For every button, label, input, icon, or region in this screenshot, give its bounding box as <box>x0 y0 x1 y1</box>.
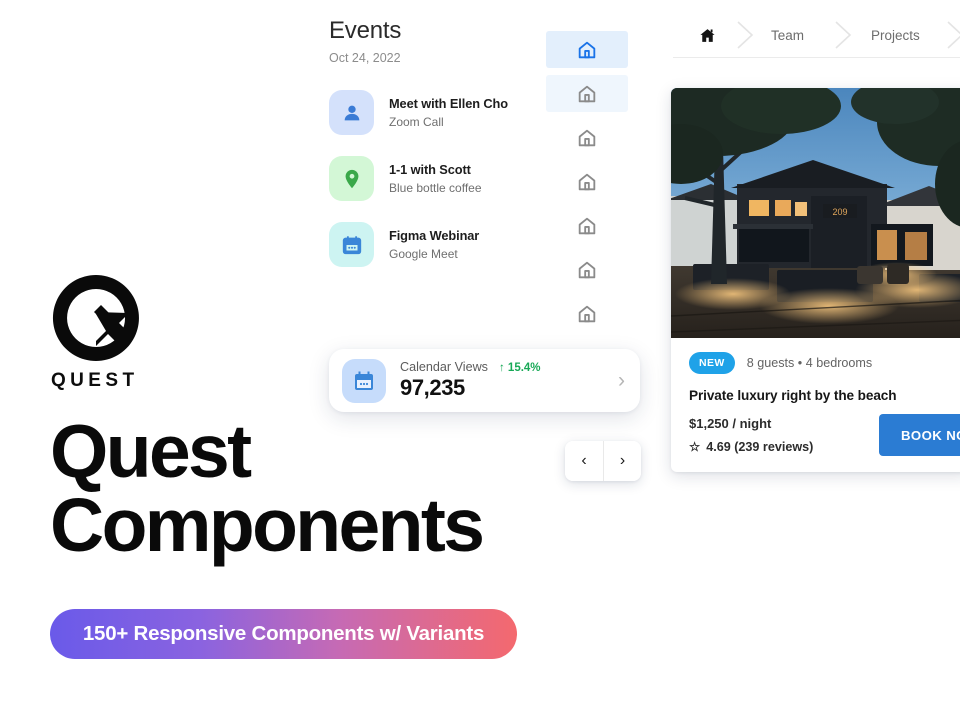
home-icon-button[interactable] <box>546 163 628 200</box>
home-icon-button[interactable] <box>546 295 628 332</box>
home-icon <box>578 173 596 190</box>
stat-label: Calendar Views <box>400 360 488 374</box>
logo-wordmark: QUEST <box>51 370 139 391</box>
property-info: NEW 8 guests • 4 bedrooms Private luxury… <box>671 338 960 472</box>
home-icon-button[interactable] <box>546 207 628 244</box>
star-outline-icon: ☆ <box>689 440 701 454</box>
home-icon <box>578 305 596 322</box>
quest-circle-arrow-logo-icon <box>52 275 139 361</box>
rating-text: 4.69 (239 reviews) <box>706 439 814 454</box>
headline-line-2: Components <box>50 483 485 568</box>
svg-text:209: 209 <box>832 207 847 217</box>
home-icon <box>578 129 596 146</box>
list-item[interactable]: Meet with Ellen Cho Zoom Call <box>329 90 544 136</box>
events-title: Events <box>329 17 402 44</box>
property-price: $1,250 / night <box>689 416 772 431</box>
list-item[interactable]: 1-1 with Scott Blue bottle coffee <box>329 156 544 202</box>
list-item-subtitle: Google Meet <box>389 247 458 262</box>
home-icon-button[interactable] <box>546 251 628 288</box>
list-item[interactable]: Figma Webinar Google Meet <box>329 222 544 268</box>
home-icon-rail <box>546 31 628 339</box>
modern-house-at-dusk-photo: 209 <box>671 88 960 338</box>
list-item-subtitle: Zoom Call <box>389 115 444 130</box>
list-item-text: Figma Webinar Google Meet <box>389 228 479 261</box>
list-item-text: 1-1 with Scott Blue bottle coffee <box>389 162 482 195</box>
breadcrumb-item-projects[interactable]: Projects <box>871 13 920 57</box>
home-icon-button-selected[interactable] <box>546 31 628 68</box>
breadcrumb-separator-icon <box>835 21 852 49</box>
property-rating: ☆ 4.69 (239 reviews) <box>689 439 814 455</box>
home-icon <box>700 28 715 42</box>
list-item-title: Meet with Ellen Cho <box>389 96 508 112</box>
property-meta-row: NEW 8 guests • 4 bedrooms <box>689 352 953 374</box>
stat-value: 97,235 <box>400 375 465 400</box>
stat-body: Calendar Views ↑ 15.4% 97,235 <box>400 360 618 401</box>
home-icon <box>578 85 596 102</box>
breadcrumb-separator-icon <box>947 21 960 49</box>
calendar-icon <box>342 358 386 403</box>
home-icon <box>578 261 596 278</box>
status-badge: NEW <box>689 352 735 374</box>
list-item-text: Meet with Ellen Cho Zoom Call <box>389 96 508 129</box>
book-now-button[interactable]: BOOK NOW <box>879 414 960 456</box>
brand-block: QUEST Quest Components <box>50 272 520 563</box>
property-card[interactable]: 209 NEW 8 guests • 4 bedrooms Private lu… <box>671 88 960 472</box>
breadcrumb-item-team[interactable]: Team <box>771 13 804 57</box>
list-item-subtitle: Blue bottle coffee <box>389 181 482 196</box>
events-date: Oct 24, 2022 <box>329 51 401 66</box>
stat-delta-badge: ↑ 15.4% <box>498 362 541 374</box>
components-count-pill[interactable]: 150+ Responsive Components w/ Variants <box>50 609 517 659</box>
map-pin-icon <box>329 156 374 202</box>
property-title: Private luxury right by the beach <box>689 388 897 403</box>
home-icon <box>578 217 596 234</box>
property-photo: 209 <box>671 88 960 338</box>
person-icon <box>329 90 374 136</box>
calendar-icon <box>329 222 374 268</box>
quest-logo: QUEST <box>50 272 142 392</box>
page-root: QUEST Quest Components 150+ Responsive C… <box>0 0 960 721</box>
calendar-views-stat-card[interactable]: Calendar Views ↑ 15.4% 97,235 › <box>329 349 640 412</box>
property-price-block: $1,250 / night ☆ 4.69 (239 reviews) <box>689 416 813 454</box>
carousel-nav: ‹ › <box>565 441 641 481</box>
prev-button[interactable]: ‹ <box>565 441 603 481</box>
chevron-right-icon[interactable]: › <box>618 369 627 393</box>
stat-header-row: Calendar Views ↑ 15.4% <box>400 360 618 374</box>
events-panel: Events Oct 24, 2022 Meet with Ellen Cho … <box>329 17 544 268</box>
calendar-glyph <box>355 371 373 390</box>
property-capacity: 8 guests • 4 bedrooms <box>746 356 873 370</box>
page-title: Quest Components <box>50 392 520 563</box>
list-item-title: 1-1 with Scott <box>389 162 471 178</box>
breadcrumb: Team Projects <box>673 13 960 58</box>
next-button[interactable]: › <box>603 441 641 481</box>
breadcrumb-item-home[interactable] <box>699 13 716 57</box>
headline-line-1: Quest <box>50 409 252 493</box>
breadcrumb-separator-icon <box>737 21 754 49</box>
home-icon-button-hover[interactable] <box>546 75 628 112</box>
list-item-title: Figma Webinar <box>389 228 480 244</box>
home-icon-button[interactable] <box>546 119 628 156</box>
home-icon <box>578 41 596 58</box>
